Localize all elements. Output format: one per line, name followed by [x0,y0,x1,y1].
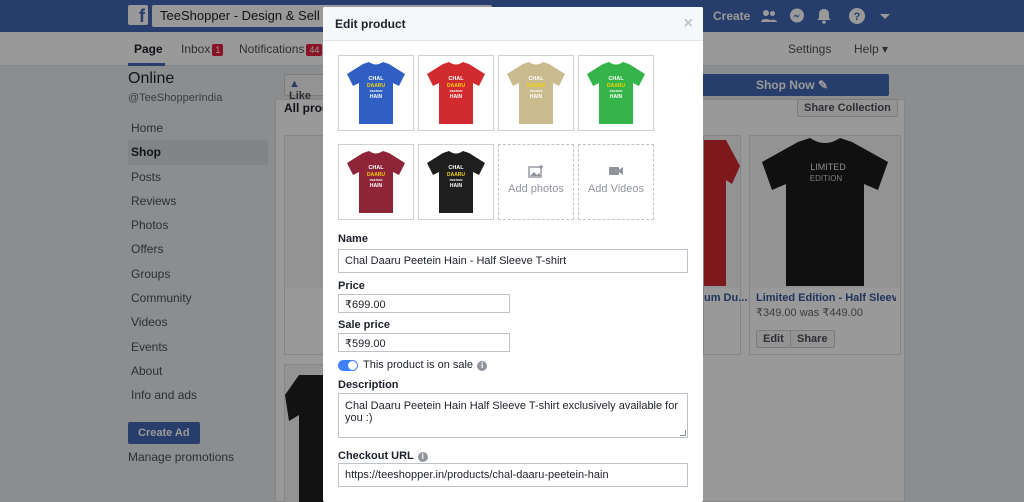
checkout-url-row: Checkout URL i [338,450,428,462]
shirt-print-text: PEETEIN [450,89,463,93]
shirt-print-text: HAIN [610,94,623,100]
shirt-print-text: PEETEIN [610,89,623,93]
info-icon[interactable]: i [417,452,428,462]
add-videos-label: Add Videos [587,183,645,195]
on-sale-toggle[interactable] [338,360,358,371]
tshirt-image: CHALDAARUPEETEINHAIN [427,62,485,124]
video-camera-icon [609,167,623,175]
tshirt-body [587,62,645,124]
dialog-title: Edit product [335,17,406,31]
shirt-print-text: HAIN [370,183,383,189]
shirt-print-text: CHAL [448,76,464,82]
price-label: Price [338,280,365,292]
shirt-print-text: PEETEIN [450,178,463,182]
checkout-url-input[interactable]: https://teeshopper.in/products/chal-daar… [338,463,688,487]
price-input[interactable]: ₹699.00 [338,294,510,313]
info-icon[interactable]: i [477,361,488,371]
shirt-print-text: CHAL [368,76,384,82]
product-photo[interactable]: CHAL DAARU PEETEIN HAIN [338,55,414,131]
shirt-print-text: CHAL [608,76,624,82]
add-photos-button[interactable]: Add photos [498,144,574,220]
description-textarea[interactable]: Chal Daaru Peetein Hain Half Sleeve T-sh… [338,393,688,438]
shirt-print-text: PEETEIN [370,89,383,93]
product-photo[interactable]: CHAL DAARU PEETEIN HAIN [418,55,494,131]
shirt-print-text: CHAL [448,165,464,171]
tshirt-body [347,62,405,124]
dialog-header: Edit product × [323,7,703,41]
shirt-print-text: CHAL [368,165,384,171]
tshirt-body [347,151,405,213]
tshirt-image: CHALDAARUPEETEINHAIN [507,62,565,124]
shirt-print-text: HAIN [530,94,543,100]
tshirt-body [427,151,485,213]
shirt-print-text: PEETEIN [530,89,543,93]
tshirt-image: CHALDAARUPEETEINHAIN [347,151,405,213]
add-videos-button[interactable]: Add Videos [578,144,654,220]
tshirt-body [427,62,485,124]
tshirt-body [507,62,565,124]
product-photo[interactable]: CHAL DAARU PEETEIN HAIN [578,55,654,131]
shirt-print-text: HAIN [450,183,463,189]
resize-grip-icon[interactable] [680,430,686,436]
on-sale-label: This product is on sale [363,359,474,371]
edit-product-dialog: Edit product × CHAL DAARU PEETEIN HAIN CHAL… [323,7,703,502]
product-photo[interactable]: CHAL DAARU PEETEIN HAIN [498,55,574,131]
description-text: Chal Daaru Peetein Hain Half Sleeve T-sh… [345,400,679,424]
tshirt-image: CHALDAARUPEETEINHAIN [347,62,405,124]
name-label: Name [338,233,368,245]
tshirt-image: CHALDAARUPEETEINHAIN [587,62,645,124]
add-photos-label: Add photos [508,183,564,195]
tshirt-image: CHALDAARUPEETEINHAIN [427,151,485,213]
shirt-print-text: HAIN [370,94,383,100]
shirt-print-text: PEETEIN [370,178,383,182]
description-label: Description [338,379,399,391]
on-sale-row: This product is on sale i [363,359,488,371]
sale-price-label: Sale price [338,319,390,331]
product-photo[interactable]: CHAL DAARU PEETEIN HAIN [338,144,414,220]
shirt-print-text: HAIN [450,94,463,100]
checkout-url-label: Checkout URL [338,450,414,462]
product-photo[interactable]: CHAL DAARU PEETEIN HAIN [418,144,494,220]
add-photo-icon [528,165,543,178]
shirt-print-text: CHAL [528,76,544,82]
sale-price-input[interactable]: ₹599.00 [338,333,510,352]
close-icon[interactable]: × [684,15,693,33]
product-name-input[interactable]: Chal Daaru Peetein Hain - Half Sleeve T-… [338,249,688,273]
